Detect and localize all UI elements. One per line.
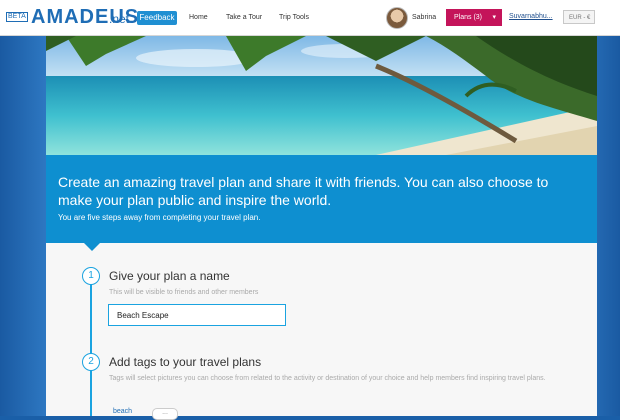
feedback-button[interactable]: Feedback: [137, 11, 177, 25]
banner-title: Create an amazing travel plan and share …: [58, 174, 549, 208]
banner-pointer: [84, 243, 100, 251]
avatar[interactable]: [386, 7, 408, 29]
step-2-number: 2: [82, 353, 100, 371]
banner-subtitle: You are five steps away from completing …: [58, 213, 261, 222]
hero-beach-image: [46, 36, 597, 155]
plans-label: Plans (3): [454, 14, 483, 21]
plan-steps-panel: 1 Give your plan a name This will be vis…: [46, 243, 597, 420]
nav-trip-tools[interactable]: Trip Tools: [279, 14, 309, 21]
plan-name-input[interactable]: [108, 304, 286, 326]
currency-select[interactable]: EUR - €: [563, 10, 595, 24]
nav-take-a-tour[interactable]: Take a Tour: [226, 14, 262, 21]
step-1-help: This will be visible to friends and othe…: [109, 289, 259, 296]
step-2-help: Tags will select pictures you can choose…: [109, 375, 546, 382]
plans-dropdown-button[interactable]: Plans (3) ▾: [446, 9, 502, 26]
more-tags-button[interactable]: ...: [152, 408, 178, 420]
step-1-number: 1: [82, 267, 100, 285]
beach-illustration: [46, 36, 597, 155]
user-profile-link[interactable]: Suvarnabhu...: [509, 13, 553, 20]
logo-suffix: .net: [109, 12, 130, 26]
step-1-title: Give your plan a name: [109, 269, 230, 283]
beta-badge: BETA: [6, 12, 28, 22]
steps-timeline: [90, 271, 92, 416]
intro-banner: Create an amazing travel plan and share …: [46, 155, 597, 243]
nav-home[interactable]: Home: [189, 14, 208, 21]
chevron-down-icon: ▾: [492, 14, 496, 21]
step-2-title: Add tags to your travel plans: [109, 355, 262, 369]
top-navigation-bar: BETA amadeus .net Feedback Home Take a T…: [0, 0, 620, 36]
tag-beach[interactable]: beach: [113, 408, 132, 415]
user-name[interactable]: Sabrina: [412, 14, 436, 21]
